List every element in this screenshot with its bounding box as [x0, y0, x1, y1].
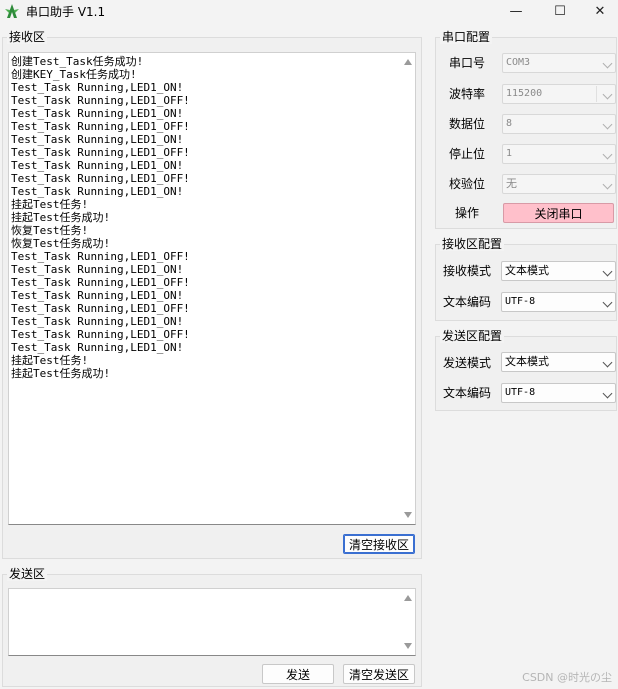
send-mode-label: 发送模式: [443, 356, 492, 370]
receive-mode-select[interactable]: 文本模式: [501, 261, 616, 281]
send-encoding-label: 文本编码: [443, 386, 492, 400]
scroll-down-icon[interactable]: [404, 643, 412, 649]
send-mode-select[interactable]: 文本模式: [501, 352, 616, 372]
serial-config-title: 串口配置: [440, 30, 493, 44]
data-bits-label: 数据位: [449, 117, 486, 131]
parity-label: 校验位: [449, 177, 486, 191]
watermark: CSDN @时光の尘: [522, 671, 612, 684]
maximize-button[interactable]: ☐: [538, 0, 582, 22]
port-select: COM3: [502, 53, 616, 73]
clear-send-button[interactable]: 清空发送区: [343, 664, 415, 684]
data-bits-select: 8: [502, 114, 616, 134]
parity-select: 无: [502, 174, 616, 194]
send-config-title: 发送区配置: [440, 329, 505, 343]
chevron-down-icon: [602, 119, 613, 130]
close-port-button[interactable]: 关闭串口: [503, 203, 614, 223]
close-button[interactable]: ✕: [582, 0, 618, 22]
receive-group-title: 接收区: [7, 30, 48, 44]
clear-receive-button[interactable]: 清空接收区: [343, 534, 415, 554]
baud-label: 波特率: [449, 87, 486, 101]
app-logo-icon: [5, 4, 19, 18]
chevron-down-icon: [602, 58, 613, 69]
receive-text-content: 创建Test_Task任务成功! 创建KEY_Task任务成功! Test_Ta…: [11, 55, 190, 380]
send-textarea[interactable]: [8, 588, 416, 656]
window-title: 串口助手 V1.1: [26, 5, 106, 19]
chevron-down-icon: [602, 266, 613, 277]
receive-config-title: 接收区配置: [440, 237, 505, 251]
chevron-down-icon: [602, 179, 613, 190]
chevron-down-icon: [602, 89, 613, 100]
stop-bits-select: 1: [502, 144, 616, 164]
receive-textarea[interactable]: 创建Test_Task任务成功! 创建KEY_Task任务成功! Test_Ta…: [8, 52, 416, 525]
chevron-down-icon: [602, 297, 613, 308]
send-button[interactable]: 发送: [262, 664, 334, 684]
scroll-down-icon[interactable]: [404, 512, 412, 518]
title-bar: 串口助手 V1.1 — ☐ ✕: [0, 0, 618, 22]
send-scrollbar[interactable]: [401, 589, 415, 655]
receive-encoding-label: 文本编码: [443, 295, 492, 309]
send-encoding-select[interactable]: UTF-8: [501, 383, 616, 403]
receive-mode-label: 接收模式: [443, 264, 492, 278]
receive-scrollbar[interactable]: [401, 53, 415, 524]
action-label: 操作: [455, 206, 480, 220]
baud-select: 115200: [502, 84, 616, 104]
chevron-down-icon: [602, 388, 613, 399]
port-label: 串口号: [449, 56, 486, 70]
chevron-down-icon: [602, 357, 613, 368]
stop-bits-label: 停止位: [449, 147, 486, 161]
minimize-button[interactable]: —: [494, 0, 538, 22]
scroll-up-icon[interactable]: [404, 595, 412, 601]
scroll-up-icon[interactable]: [404, 59, 412, 65]
send-group-title: 发送区: [7, 567, 48, 581]
chevron-down-icon: [602, 149, 613, 160]
receive-encoding-select[interactable]: UTF-8: [501, 292, 616, 312]
